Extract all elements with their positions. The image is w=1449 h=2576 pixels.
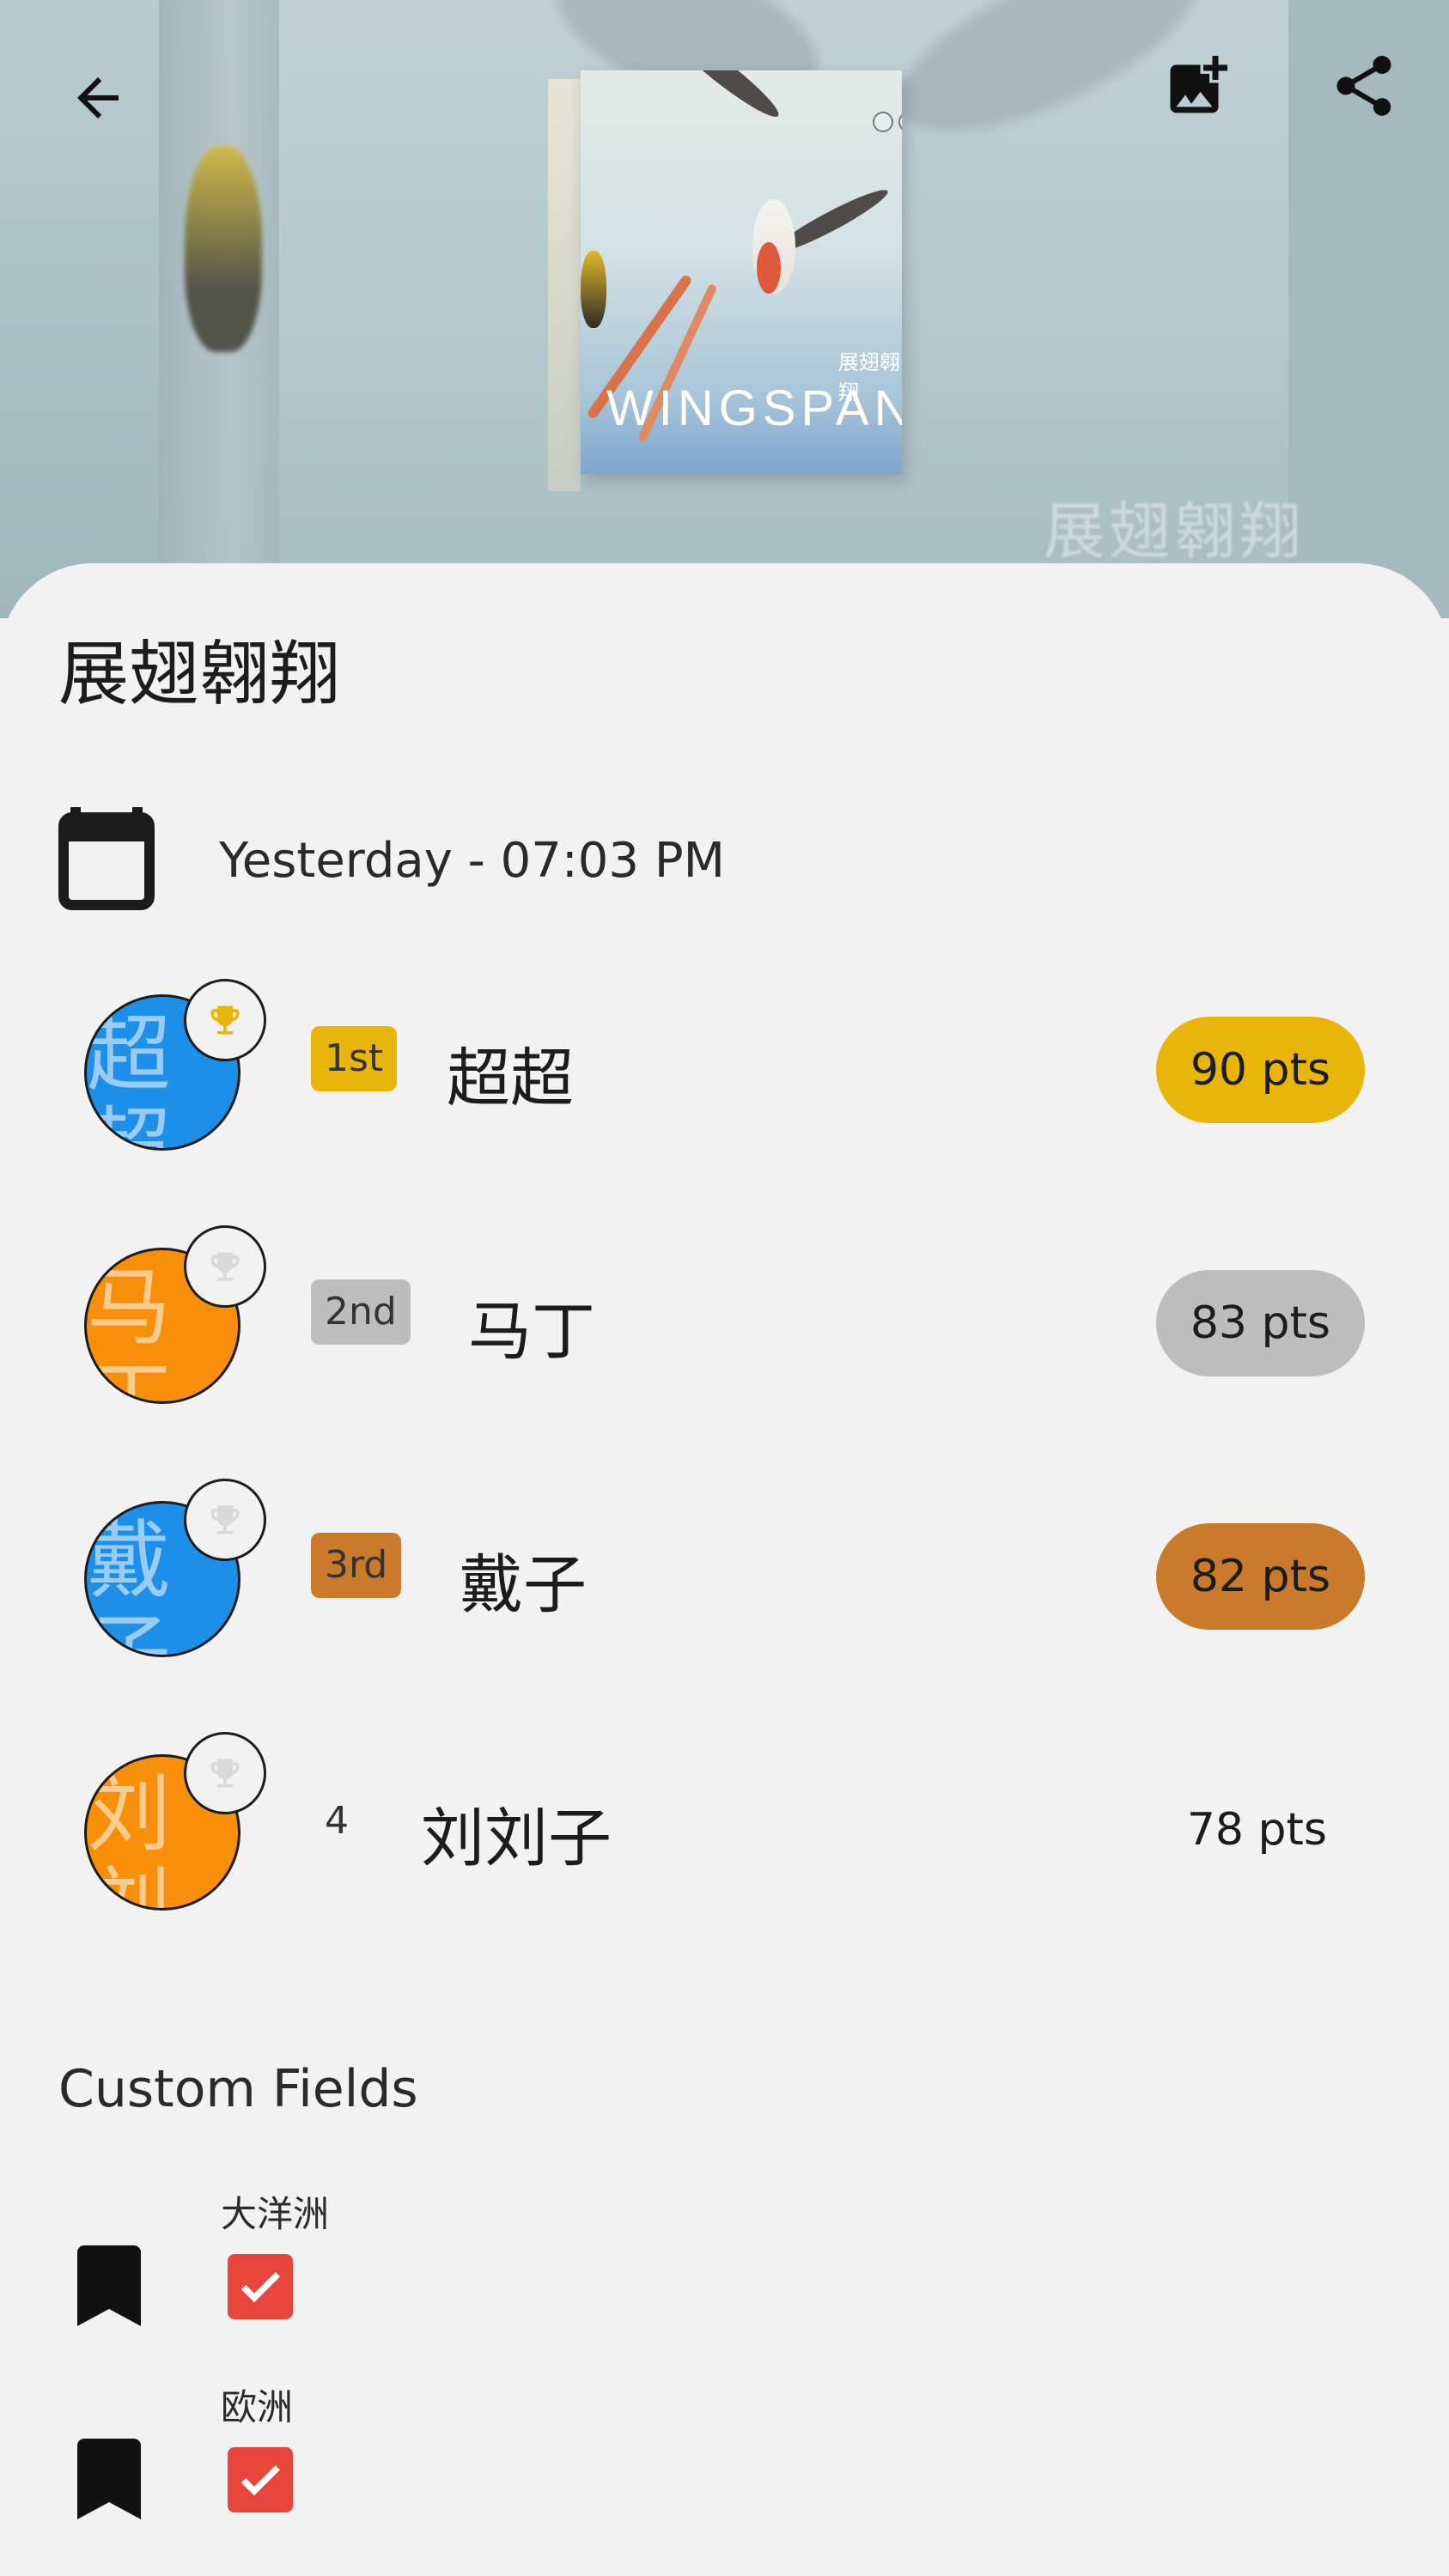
player-name: 戴子 — [460, 1548, 587, 1622]
trophy-icon — [184, 979, 266, 1061]
bird-chest — [757, 242, 781, 294]
share-icon — [1336, 56, 1391, 116]
points-badge: 83 pts — [1155, 1270, 1365, 1376]
share-button[interactable] — [1323, 45, 1405, 127]
avatar-initials: 马 丁 — [87, 1259, 172, 1404]
back-button[interactable] — [57, 57, 139, 139]
box-side — [548, 79, 581, 491]
background-watermark: 展翅翱翔 — [1044, 495, 1306, 568]
rank-number: 4 — [325, 1799, 349, 1843]
bird-wing — [662, 70, 786, 125]
check-icon — [240, 2272, 280, 2303]
player-row[interactable]: 戴 子 3rd 戴子 82 pts — [0, 1479, 1449, 1666]
age-badge — [873, 112, 893, 132]
custom-field-checkbox[interactable] — [228, 2254, 293, 2319]
check-icon — [240, 2465, 280, 2496]
avatar-initials: 超 超 — [87, 1005, 172, 1151]
custom-field-checkbox[interactable] — [228, 2447, 293, 2512]
points-badge: 90 pts — [1155, 1017, 1365, 1123]
rank-badge: 3rd — [311, 1533, 402, 1598]
box-badges — [873, 112, 902, 132]
rank-badge: 1st — [311, 1026, 398, 1091]
game-title: 展翅翱翔 — [58, 634, 341, 715]
trophy-icon — [184, 1732, 266, 1814]
points-badge: 82 pts — [1155, 1523, 1365, 1630]
player-name: 马丁 — [468, 1295, 595, 1369]
player-row[interactable]: 刘 刘 4 刘刘子 78 pts — [0, 1732, 1449, 1919]
calendar-icon — [58, 807, 155, 910]
add-photo-button[interactable] — [1156, 45, 1239, 127]
arrow-left-icon — [77, 77, 119, 118]
player-name: 刘刘子 — [421, 1801, 612, 1875]
box-front: 展翅翱翔 WINGSPAN — [581, 70, 902, 474]
game-date: Yesterday - 07:03 PM — [219, 833, 725, 889]
custom-field-label: 欧洲 — [221, 2386, 294, 2428]
custom-field-row[interactable]: 欧洲 — [0, 2379, 1449, 2567]
bookmark-icon — [77, 2439, 141, 2519]
box-title: WINGSPAN — [606, 380, 902, 436]
avatar-initials: 戴 子 — [87, 1512, 172, 1657]
custom-field-label: 大洋洲 — [221, 2193, 330, 2235]
date-row[interactable]: Yesterday - 07:03 PM — [58, 807, 1089, 910]
player-name: 超超 — [447, 1042, 574, 1115]
points-text: 78 pts — [1186, 1804, 1327, 1856]
small-bird — [581, 251, 606, 328]
custom-field-row[interactable]: 大洋洲 — [0, 2185, 1449, 2374]
player-row[interactable]: 马 丁 2nd 马丁 83 pts — [0, 1225, 1449, 1413]
trophy-icon — [184, 1479, 266, 1561]
trophy-icon — [184, 1225, 266, 1308]
add-photo-icon — [1170, 56, 1227, 113]
rank-badge: 2nd — [311, 1279, 411, 1345]
player-row[interactable]: 超 超 1st 超超 90 pts — [0, 979, 1449, 1159]
custom-fields-heading: Custom Fields — [58, 2059, 418, 2119]
background-bird — [185, 146, 262, 352]
game-box-art: 展翅翱翔 WINGSPAN — [548, 70, 902, 491]
publisher-badge — [898, 112, 902, 132]
bookmark-icon — [77, 2245, 141, 2326]
avatar-initials: 刘 刘 — [87, 1765, 172, 1911]
